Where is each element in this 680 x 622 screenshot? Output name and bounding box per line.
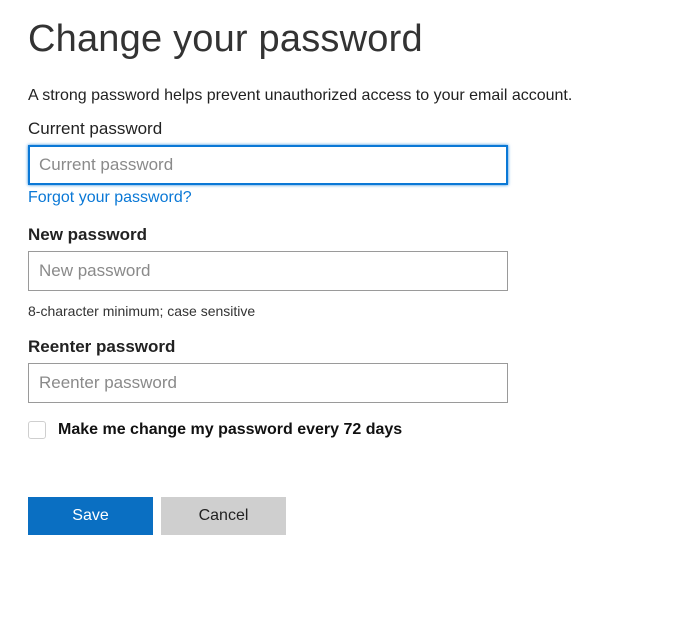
current-password-input[interactable]: [28, 145, 508, 185]
new-password-label: New password: [28, 225, 652, 245]
password-hint: 8-character minimum; case sensitive: [28, 303, 652, 319]
intro-text: A strong password helps prevent unauthor…: [28, 87, 652, 105]
current-password-group: Current password Forgot your password?: [28, 119, 652, 207]
reenter-password-input[interactable]: [28, 363, 508, 403]
new-password-group: New password: [28, 225, 652, 291]
save-button[interactable]: Save: [28, 497, 153, 535]
expire-checkbox-label[interactable]: Make me change my password every 72 days: [58, 421, 402, 439]
button-row: Save Cancel: [28, 497, 652, 535]
new-password-input[interactable]: [28, 251, 508, 291]
reenter-password-label: Reenter password: [28, 337, 652, 357]
expire-checkbox-row: Make me change my password every 72 days: [28, 421, 652, 439]
expire-checkbox[interactable]: [28, 421, 46, 439]
reenter-password-group: Reenter password: [28, 337, 652, 403]
page-title: Change your password: [28, 18, 652, 61]
cancel-button[interactable]: Cancel: [161, 497, 286, 535]
current-password-label: Current password: [28, 119, 652, 139]
forgot-password-link[interactable]: Forgot your password?: [28, 189, 192, 207]
